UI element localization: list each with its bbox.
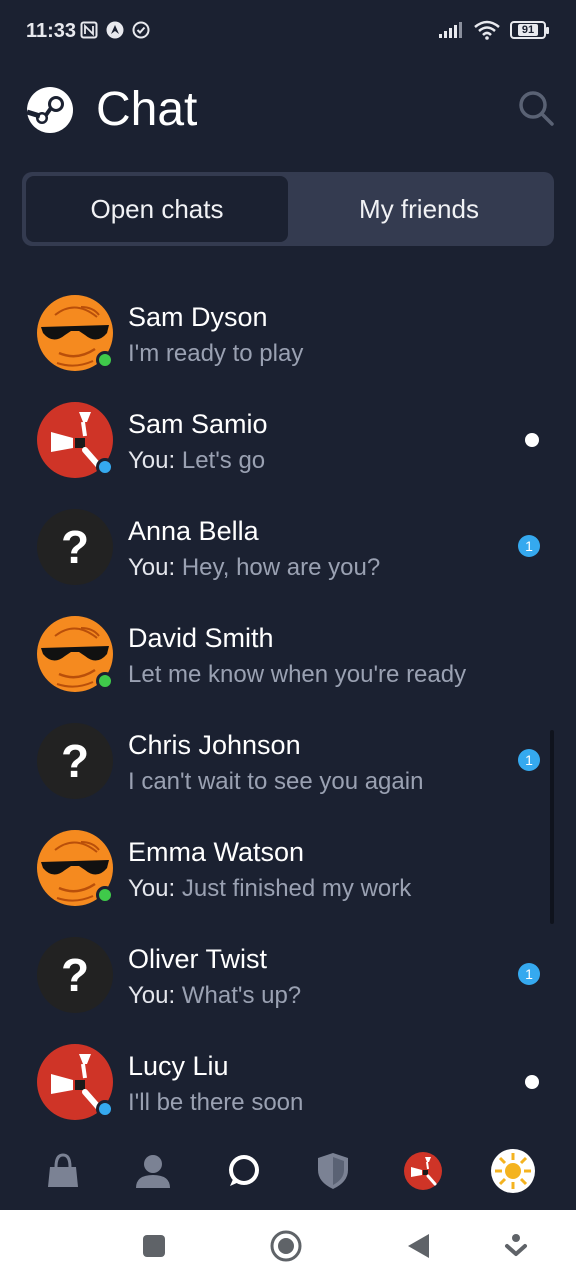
chat-name: Lucy Liu: [128, 1051, 229, 1081]
recents-button[interactable]: [138, 1230, 170, 1262]
chat-row-emma-watson[interactable]: Emma Watson You: Just finished my work: [0, 815, 576, 922]
tab-open-chats[interactable]: Open chats: [26, 176, 288, 242]
profile-icon: [136, 1155, 170, 1188]
list-scrollbar[interactable]: [550, 730, 554, 924]
chat-message: I can't wait to see you again: [128, 768, 424, 795]
signal-icon: [439, 22, 462, 38]
wifi-icon: [474, 20, 500, 40]
chat-row-sam-dyson[interactable]: Sam Dyson I'm ready to play: [0, 280, 576, 387]
avatar: [37, 509, 113, 585]
avatar: [37, 616, 114, 692]
search-icon[interactable]: [516, 88, 556, 128]
unread-badge: 1: [518, 535, 540, 557]
nav-account[interactable]: [489, 1147, 537, 1195]
chat-name: Sam Samio: [128, 409, 268, 439]
ingame-status-dot: [96, 458, 114, 476]
nav-chat[interactable]: [219, 1147, 267, 1195]
chat-row-david-smith[interactable]: David Smith Let me know when you're read…: [0, 601, 576, 708]
sun-avatar-icon: [491, 1149, 535, 1193]
chat-row-chris-johnson[interactable]: Chris Johnson I can't wait to see you ag…: [0, 708, 576, 815]
chat-message: You: Hey, how are you?: [128, 554, 381, 581]
home-icon: [270, 1230, 302, 1262]
bottom-nav: [0, 1132, 576, 1210]
assistant-button[interactable]: [500, 1230, 532, 1262]
ingame-status-dot: [96, 1100, 114, 1118]
chat-row-anna-bella[interactable]: Anna Bella You: Hey, how are you? 1: [0, 494, 576, 601]
unread-dot: [525, 433, 539, 447]
question-mark-icon: [37, 509, 113, 585]
chat-name: Oliver Twist: [128, 944, 268, 974]
chat-name: David Smith: [128, 623, 274, 653]
chat-row-sam-samio[interactable]: Sam Samio You: Let's go: [0, 387, 576, 494]
chat-name: Anna Bella: [128, 516, 259, 546]
unread-dot: [525, 1075, 539, 1089]
chat-name: Chris Johnson: [128, 730, 301, 760]
steam-logo-icon: [26, 87, 73, 133]
online-status-dot: [96, 351, 114, 369]
chat-name: Emma Watson: [128, 837, 305, 867]
store-bag-icon: [48, 1153, 78, 1187]
chat-message: You: Let's go: [128, 447, 266, 474]
unread-badge: 1: [518, 963, 540, 985]
nav-profile[interactable]: [129, 1147, 177, 1195]
chat-message: Let me know when you're ready: [128, 661, 467, 688]
battery-icon: 91: [510, 21, 549, 39]
tab-my-friends[interactable]: My friends: [288, 176, 550, 242]
battery-level: 91: [517, 24, 539, 36]
back-button[interactable]: [402, 1230, 434, 1262]
chat-row-lucy-liu[interactable]: Lucy Liu I'll be there soon: [0, 1029, 576, 1136]
online-status-dot: [96, 886, 114, 904]
chat-row-oliver-twist[interactable]: Oliver Twist You: What's up? 1: [0, 922, 576, 1029]
app-header: Chat: [0, 72, 576, 152]
chat-list: Sam Dyson I'm ready to play Sam Samio Yo…: [0, 280, 576, 1136]
check-circle-icon: [132, 21, 150, 39]
avatar: [37, 723, 113, 799]
home-button[interactable]: [270, 1230, 302, 1262]
question-mark-icon: [37, 723, 113, 799]
nav-guard[interactable]: [309, 1147, 357, 1195]
page-title: Chat: [96, 83, 198, 136]
nfc-icon: [80, 21, 98, 39]
chat-tabs: Open chats My friends: [22, 172, 554, 246]
nav-game[interactable]: [399, 1147, 447, 1195]
chat-bubble-icon: [229, 1155, 259, 1186]
chat-message: You: What's up?: [128, 982, 302, 1009]
guard-shield-icon: [318, 1153, 348, 1189]
avatar: [37, 1044, 114, 1120]
avatar: [37, 830, 114, 906]
rust-game-icon: [404, 1152, 442, 1190]
status-time: 11:33: [26, 20, 77, 42]
status-bar: 11:33 91: [0, 0, 576, 64]
avatar: [37, 937, 113, 1013]
chat-message: I'm ready to play: [128, 340, 304, 367]
back-icon: [408, 1234, 429, 1258]
avatar: [37, 402, 114, 478]
question-mark-icon: [37, 937, 113, 1013]
assistant-icon: [505, 1234, 527, 1256]
online-status-dot: [96, 672, 114, 690]
system-navigation-bar: [0, 1210, 576, 1280]
android-auto-icon: [106, 21, 124, 39]
nav-store[interactable]: [39, 1147, 87, 1195]
chat-name: Sam Dyson: [128, 302, 268, 332]
chat-message: You: Just finished my work: [128, 875, 412, 902]
recents-icon: [143, 1235, 165, 1257]
unread-badge: 1: [518, 749, 540, 771]
chat-message: I'll be there soon: [128, 1089, 304, 1116]
avatar: [37, 295, 114, 371]
